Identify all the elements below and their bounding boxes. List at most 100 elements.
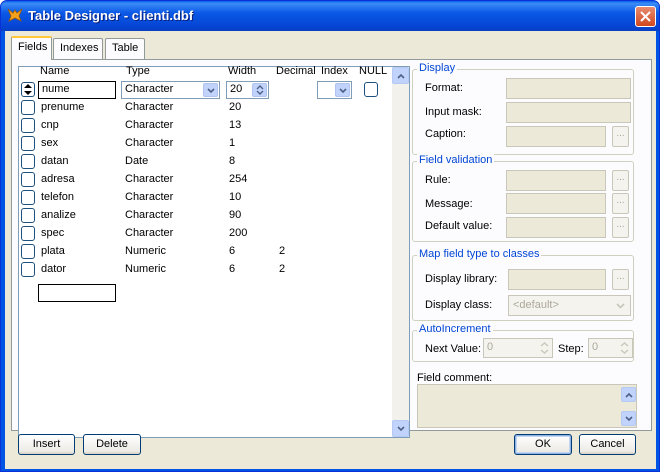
field-width-cell: 1 [229,137,236,149]
default-value-label: Default value: [425,220,493,232]
field-index-dropdown-button[interactable] [335,83,350,97]
row-selector[interactable] [21,208,35,223]
table-row[interactable]: sex Character 1 [19,135,389,153]
field-width-cell: 6 [229,263,236,275]
row-selector[interactable] [21,262,35,277]
scroll-down-button[interactable] [392,420,409,437]
field-type-cell: Character [125,209,174,221]
row-selector[interactable] [21,118,35,133]
field-name-input[interactable]: nume [38,81,116,99]
caption-label: Caption: [425,128,466,140]
comment-scroll-up-button[interactable] [621,387,636,402]
rule-builder-button[interactable]: ... [612,170,629,191]
step-value: 0 [592,341,599,353]
table-row[interactable]: prenume Character 20 [19,99,389,117]
field-width-cell: 6 [229,245,236,257]
close-button[interactable] [635,6,656,27]
chevron-down-icon [625,416,633,422]
map-classes-group-title: Map field type to classes [417,248,542,260]
comment-scroll-down-button[interactable] [621,411,636,426]
field-type-cell: Numeric [125,263,166,275]
field-width-cell: 20 [229,101,242,113]
new-field-input[interactable] [38,284,116,302]
field-width-cell: 200 [229,227,248,239]
row-mover-button[interactable] [21,82,35,97]
field-width-spinner[interactable]: 20 [226,81,269,99]
table-row[interactable]: analize Character 90 [19,207,389,225]
step-spinner[interactable]: 0 [588,338,633,358]
table-row-current[interactable]: nume Character 20 [19,81,389,99]
width-spin-buttons[interactable] [252,83,267,97]
next-value-value: 0 [487,341,494,353]
window-title: Table Designer - clienti.dbf [28,8,194,23]
title-bar[interactable]: Table Designer - clienti.dbf [1,1,659,31]
scroll-up-button[interactable] [392,67,409,84]
ok-button[interactable]: OK [514,434,572,455]
chevron-down-icon [339,88,347,94]
table-row[interactable]: cnp Character 13 [19,117,389,135]
display-library-builder-button[interactable]: ... [612,269,629,290]
next-value-label: Next Value: [425,343,482,355]
default-value-builder-button[interactable]: ... [612,217,629,238]
row-selector[interactable] [21,244,35,259]
table-row[interactable]: datan Date 8 [19,153,389,171]
tab-table-label: Table [112,42,139,54]
delete-button[interactable]: Delete [83,434,141,455]
rule-field[interactable] [506,170,606,191]
table-row[interactable]: dator Numeric 6 2 [19,261,389,279]
field-name-cell: dator [41,263,67,275]
field-name-cell: adresa [41,173,75,185]
display-class-value: <default> [513,299,559,311]
table-row[interactable]: adresa Character 254 [19,171,389,189]
message-label: Message: [425,198,473,210]
cancel-button[interactable]: Cancel [579,434,636,455]
table-row[interactable]: telefon Character 10 [19,189,389,207]
row-selector[interactable] [21,100,35,115]
tab-table[interactable]: Table [105,38,145,59]
column-header-type: Type [126,65,150,77]
fields-grid[interactable]: Name Type Width Decimal Index NULL nume … [18,65,410,438]
next-value-spinner[interactable]: 0 [483,338,553,358]
row-selector[interactable] [21,136,35,151]
input-mask-field[interactable] [506,102,631,123]
caption-field[interactable] [506,126,606,147]
message-builder-button[interactable]: ... [612,193,629,214]
default-value-field[interactable] [506,217,606,238]
display-class-select[interactable]: <default> [508,295,631,316]
tab-indexes-label: Indexes [60,42,99,54]
grid-scrollbar[interactable] [392,67,409,437]
field-decimal-cell: 2 [279,245,286,257]
tab-fields-label: Fields [18,41,48,53]
message-field[interactable] [506,193,606,214]
table-row[interactable]: spec Character 200 [19,225,389,243]
tab-fields[interactable]: Fields [11,36,52,60]
row-selector[interactable] [21,226,35,241]
null-checkbox[interactable] [364,82,378,97]
field-type-cell: Character [125,227,174,239]
field-type-dropdown-button[interactable] [203,83,218,97]
rule-label: Rule: [425,174,451,186]
field-width-cell: 13 [229,119,242,131]
column-header-name: Name [40,65,70,77]
field-type-cell: Date [125,155,149,167]
tab-indexes[interactable]: Indexes [53,38,103,59]
format-field[interactable] [506,78,631,99]
field-name-cell: spec [41,227,65,239]
field-width-cell: 254 [229,173,248,185]
table-row[interactable]: plata Numeric 6 2 [19,243,389,261]
field-comment-label: Field comment: [417,372,493,384]
chevron-down-icon [397,426,405,432]
row-selector[interactable] [21,172,35,187]
field-name-cell: telefon [41,191,75,203]
caption-builder-button[interactable]: ... [612,126,629,147]
display-library-field[interactable] [508,269,606,290]
insert-button[interactable]: Insert [18,434,75,455]
spin-arrows-icon [620,342,629,354]
row-selector[interactable] [21,190,35,205]
field-name-cell: plata [41,245,65,257]
row-selector[interactable] [21,154,35,169]
field-index-select[interactable] [317,81,352,99]
field-comment-textarea[interactable] [417,384,637,428]
field-type-cell: Character [125,137,174,149]
field-type-select[interactable]: Character [121,81,220,99]
